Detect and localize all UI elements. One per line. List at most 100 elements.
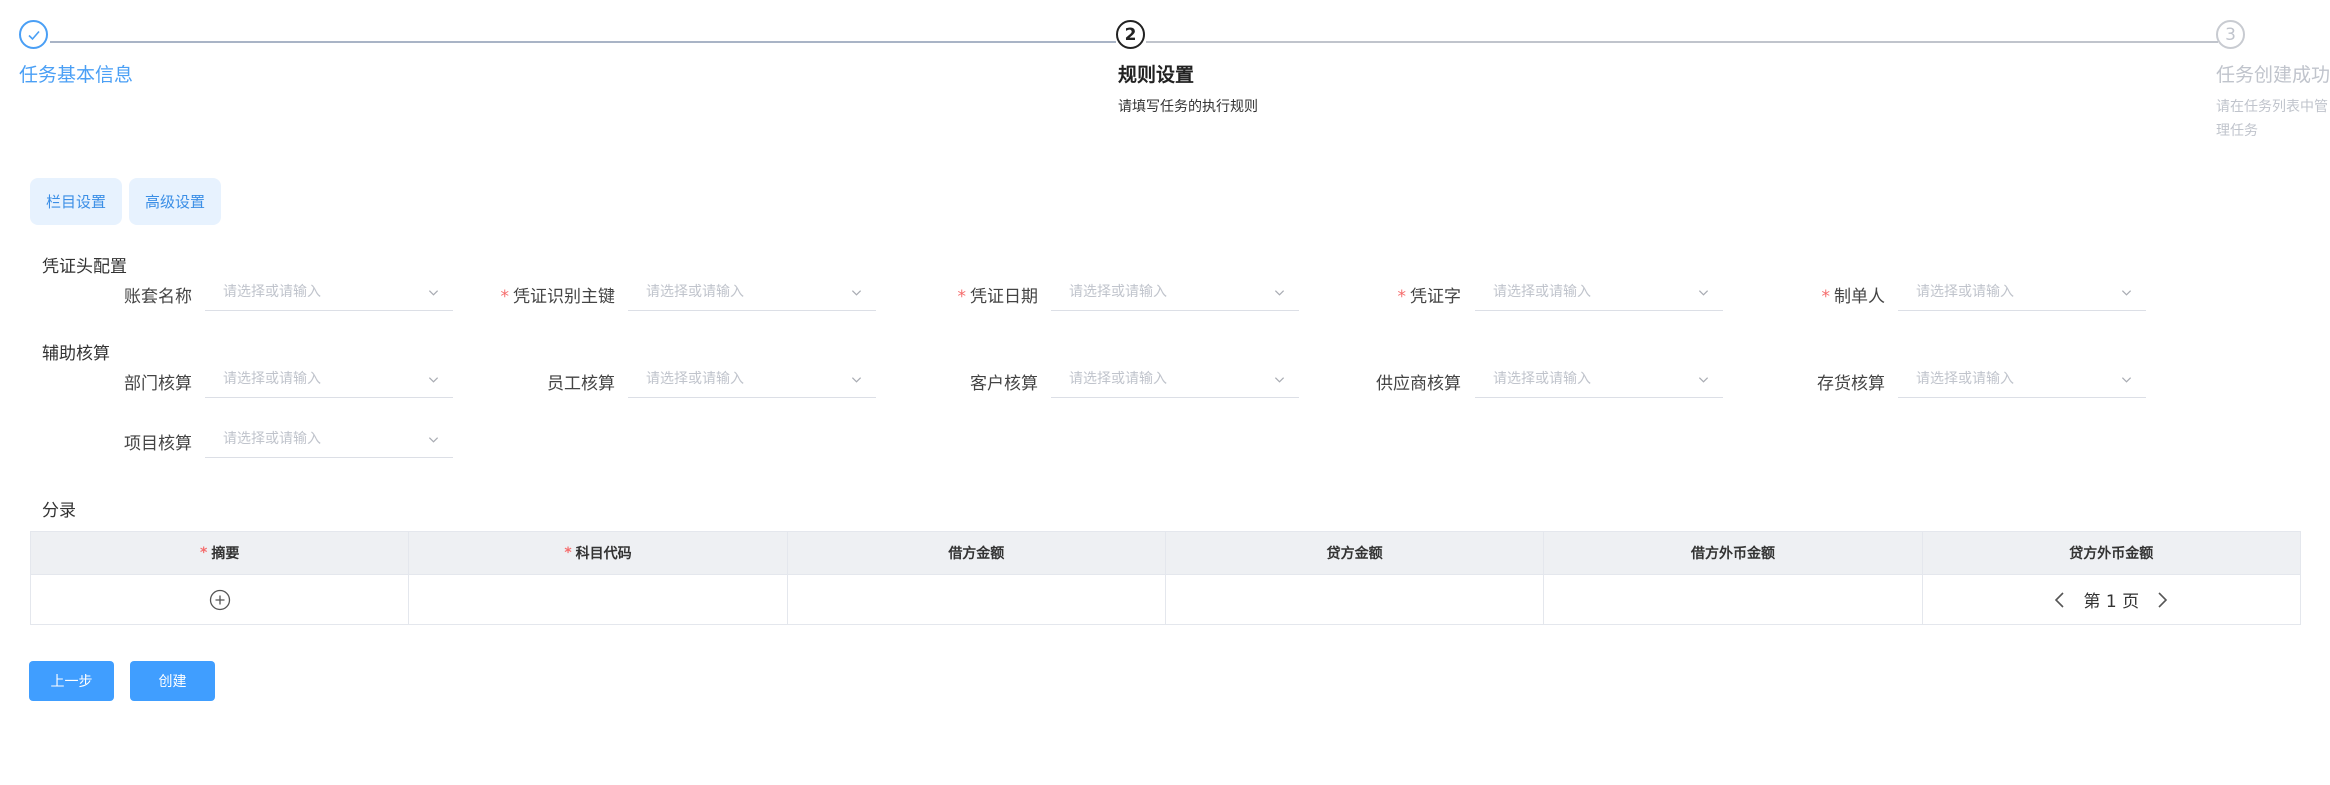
field-label-text: 供应商核算 <box>1376 374 1461 394</box>
previous-step-button[interactable]: 上一步 <box>29 661 114 701</box>
step-2-number: 2 <box>1116 20 1145 49</box>
field-label-department: 部门核算 <box>32 369 192 394</box>
step-3-title: 任务创建成功 <box>2216 64 2330 86</box>
voucher-date-select[interactable] <box>1051 275 1299 311</box>
field-label-project: 项目核算 <box>32 429 192 454</box>
chevron-down-icon <box>851 377 862 383</box>
step-2-title: 规则设置 <box>1118 64 1195 86</box>
chevron-left-icon[interactable] <box>2053 590 2067 610</box>
column-header-foreign-debit: 借方外币金额 <box>1544 532 1923 574</box>
tab-column-settings[interactable]: 栏目设置 <box>30 178 122 225</box>
field-label-text: 项目核算 <box>124 434 192 454</box>
field-label-text: 客户核算 <box>970 374 1038 394</box>
step-3-description-line2: 理任务 <box>2216 123 2258 139</box>
entries-title: 分录 <box>42 501 76 521</box>
required-mark: * <box>500 287 510 307</box>
column-header-foreign-credit: 贷方外币金额 <box>2069 546 2154 562</box>
column-header-account-code: * 科目代码 <box>409 532 788 574</box>
step-3-description-line1: 请在任务列表中管 <box>2216 99 2328 115</box>
field-label-text: 账套名称 <box>124 287 192 307</box>
customer-input[interactable] <box>1051 362 1261 396</box>
required-mark: * <box>957 287 967 307</box>
employee-input[interactable] <box>628 362 838 396</box>
chevron-down-icon <box>428 290 439 296</box>
required-mark: * <box>1821 287 1831 307</box>
field-label-text: 部门核算 <box>124 374 192 394</box>
chevron-down-icon <box>1274 377 1285 383</box>
field-label-ledger-name: 账套名称 <box>32 282 192 307</box>
table-cell <box>31 575 410 624</box>
ledger-name-select[interactable] <box>205 275 453 311</box>
add-row-plus-circle-icon[interactable] <box>209 589 231 611</box>
department-select[interactable] <box>205 362 453 398</box>
table-cell: 第 1 页 <box>1923 575 2300 624</box>
chevron-down-icon <box>2121 290 2132 296</box>
voucher-date-input[interactable] <box>1051 275 1261 309</box>
field-label-supplier: 供应商核算 <box>1301 369 1461 394</box>
column-header-summary: * 摘要 <box>31 532 410 574</box>
field-label-preparer: * 制单人 <box>1725 282 1886 307</box>
field-label-text: 凭证字 <box>1410 287 1461 307</box>
field-label-voucher-date: * 凭证日期 <box>878 282 1039 307</box>
employee-select[interactable] <box>628 362 876 398</box>
voucher-header-title: 凭证头配置 <box>42 257 127 277</box>
table-cell <box>1544 575 1923 624</box>
step-1-title: 任务基本信息 <box>19 64 134 86</box>
chevron-down-icon <box>428 437 439 443</box>
required-mark: * <box>200 545 208 561</box>
entries-table: * 摘要 * 科目代码 借方金额 贷方金额 借方外币金额 贷方外币金额 第 1 页 <box>30 531 2301 625</box>
chevron-down-icon <box>1698 290 1709 296</box>
field-label-text: 凭证日期 <box>970 287 1038 307</box>
column-header-credit: 贷方金额 <box>1166 532 1545 574</box>
step-3-number: 3 <box>2216 20 2245 49</box>
chevron-down-icon <box>851 290 862 296</box>
inventory-input[interactable] <box>1898 362 2108 396</box>
page-indicator: 第 1 页 <box>2083 592 2140 612</box>
chevron-down-icon <box>428 377 439 383</box>
auxiliary-title: 辅助核算 <box>42 344 110 364</box>
chevron-down-icon <box>1698 377 1709 383</box>
field-label-inventory: 存货核算 <box>1725 369 1885 394</box>
ledger-name-input[interactable] <box>205 275 415 309</box>
column-header-label: 科目代码 <box>575 546 632 562</box>
field-label-text: 凭证识别主键 <box>513 287 615 307</box>
chevron-down-icon <box>1274 290 1285 296</box>
chevron-down-icon <box>2121 377 2132 383</box>
customer-select[interactable] <box>1051 362 1299 398</box>
step-connector-2 <box>1146 41 2218 43</box>
step-3-description: 请在任务列表中管 理任务 <box>2216 95 2328 143</box>
project-select[interactable] <box>205 422 453 458</box>
voucher-word-input[interactable] <box>1475 275 1685 309</box>
supplier-input[interactable] <box>1475 362 1685 396</box>
field-label-employee: 员工核算 <box>455 369 615 394</box>
tab-advanced-settings[interactable]: 高级设置 <box>129 178 221 225</box>
voucher-key-input[interactable] <box>628 275 838 309</box>
step-1-check-icon <box>19 20 48 49</box>
field-label-text: 员工核算 <box>547 374 615 394</box>
table-cell <box>409 575 788 624</box>
required-mark: * <box>1397 287 1407 307</box>
preparer-select[interactable] <box>1898 275 2146 311</box>
create-button[interactable]: 创建 <box>130 661 215 701</box>
pagination: 第 1 页 <box>2053 587 2169 612</box>
field-label-voucher-word: * 凭证字 <box>1301 282 1462 307</box>
field-label-text: 存货核算 <box>1817 374 1885 394</box>
chevron-right-icon[interactable] <box>2155 590 2169 610</box>
step-2-description: 请填写任务的执行规则 <box>1118 99 1258 115</box>
column-header-label: 摘要 <box>211 546 240 562</box>
table-header: * 摘要 * 科目代码 借方金额 贷方金额 借方外币金额 贷方外币金额 <box>31 532 2300 574</box>
inventory-select[interactable] <box>1898 362 2146 398</box>
table-cell <box>1166 575 1545 624</box>
voucher-key-select[interactable] <box>628 275 876 311</box>
required-mark: * <box>564 545 572 561</box>
preparer-input[interactable] <box>1898 275 2108 309</box>
department-input[interactable] <box>205 362 415 396</box>
supplier-select[interactable] <box>1475 362 1723 398</box>
table-row: 第 1 页 <box>31 574 2300 624</box>
voucher-word-select[interactable] <box>1475 275 1723 311</box>
project-input[interactable] <box>205 422 415 456</box>
field-label-voucher-key: * 凭证识别主键 <box>455 282 616 307</box>
step-connector-1 <box>50 41 1116 43</box>
table-cell <box>788 575 1166 624</box>
field-label-text: 制单人 <box>1834 287 1885 307</box>
